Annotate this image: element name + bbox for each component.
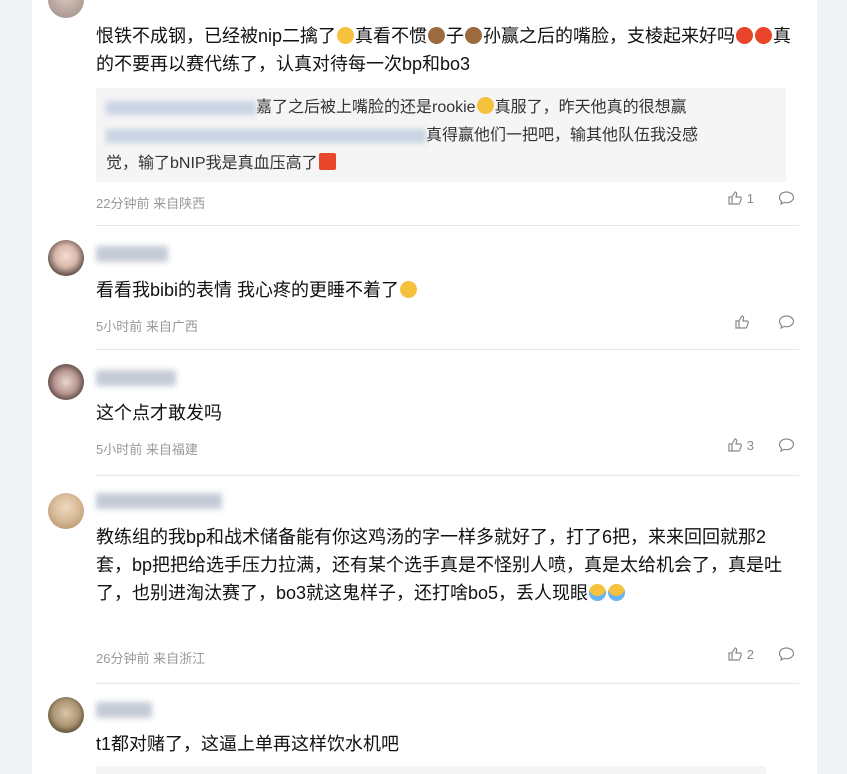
- comment-meta: 5小时前 来自福建: [96, 442, 198, 457]
- like-button[interactable]: [734, 314, 754, 330]
- comment-meta: 26分钟前 来自浙江: [96, 651, 206, 666]
- blurred-username[interactable]: [96, 246, 168, 262]
- comment-bubble-icon: [778, 315, 795, 330]
- red-emoji-icon: [318, 153, 336, 170]
- comment-text: 看看我bibi的表情 我心疼的更睡不着了: [96, 276, 796, 304]
- thumbs-up-icon: [728, 438, 742, 452]
- angry-emoji-icon: [736, 27, 754, 44]
- comment-text: 这个点才敢发吗: [96, 403, 222, 423]
- quoted-reply[interactable]: 嘉了之后被上嘴脸的还是rookie 真服了，昨天他真的很想赢 真得赢他们一把吧，输…: [96, 88, 786, 182]
- like-button[interactable]: 2: [727, 646, 754, 662]
- blurred-username[interactable]: [96, 702, 152, 718]
- divider: [96, 349, 799, 350]
- blurred-username[interactable]: [96, 370, 176, 386]
- comment-meta: 22分钟前 来自陕西: [96, 196, 206, 211]
- crying-emoji-icon: [337, 27, 355, 44]
- avatar[interactable]: [48, 493, 84, 529]
- comment-bubble-icon: [778, 647, 795, 662]
- reply-button[interactable]: [778, 314, 795, 330]
- avatar[interactable]: [48, 0, 84, 18]
- crying-emoji-icon: [589, 584, 607, 601]
- like-count: 3: [746, 437, 754, 453]
- comment-actions: 3: [727, 437, 795, 453]
- like-count: 2: [746, 646, 754, 662]
- comment-bubble-icon: [778, 438, 795, 453]
- crying-emoji-icon: [608, 584, 626, 601]
- comment-actions: [734, 314, 795, 330]
- quoted-reply[interactable]: [96, 766, 766, 774]
- divider: [96, 475, 799, 476]
- like-count: 1: [746, 190, 754, 206]
- reply-button[interactable]: [778, 646, 795, 662]
- comment-text: t1都对赌了，这逼上单再这样饮水机吧: [96, 734, 400, 754]
- blurred-text: [106, 128, 426, 143]
- thumbs-up-icon: [735, 315, 749, 329]
- comment-text: 教练组的我bp和战术储备能有你这鸡汤的字一样多就好了，打了6把，来来回回就那2套…: [96, 527, 783, 603]
- angry-emoji-icon: [755, 27, 773, 44]
- thumbs-up-icon: [728, 191, 742, 205]
- smile-emoji-icon: [400, 281, 418, 298]
- avatar[interactable]: [48, 364, 84, 400]
- comment-actions: 2: [727, 646, 795, 662]
- smile-emoji-icon: [476, 97, 494, 114]
- avatar[interactable]: [48, 240, 84, 276]
- divider: [96, 225, 799, 226]
- blurred-username[interactable]: [96, 493, 222, 509]
- comment-meta: 5小时前 来自广西: [96, 319, 198, 334]
- monkey-emoji-icon: [428, 27, 446, 44]
- avatar[interactable]: [48, 697, 84, 733]
- reply-button[interactable]: [778, 190, 795, 206]
- divider: [96, 683, 799, 684]
- reply-button[interactable]: [778, 437, 795, 453]
- comment-panel: 恨铁不成钢，已经被nip二擒了 真看不惯子孙赢之后的嘴脸，支棱起来好吗 真的不要再以…: [32, 0, 817, 774]
- comment-actions: 1: [727, 190, 795, 206]
- thumbs-up-icon: [728, 647, 742, 661]
- blurred-username: [106, 100, 256, 115]
- like-button[interactable]: 3: [727, 437, 754, 453]
- comment-text: 恨铁不成钢，已经被nip二擒了 真看不惯子孙赢之后的嘴脸，支棱起来好吗 真的不要再以…: [96, 26, 792, 74]
- like-button[interactable]: 1: [727, 190, 754, 206]
- comment-bubble-icon: [778, 191, 795, 206]
- monkey-emoji-icon: [465, 27, 483, 44]
